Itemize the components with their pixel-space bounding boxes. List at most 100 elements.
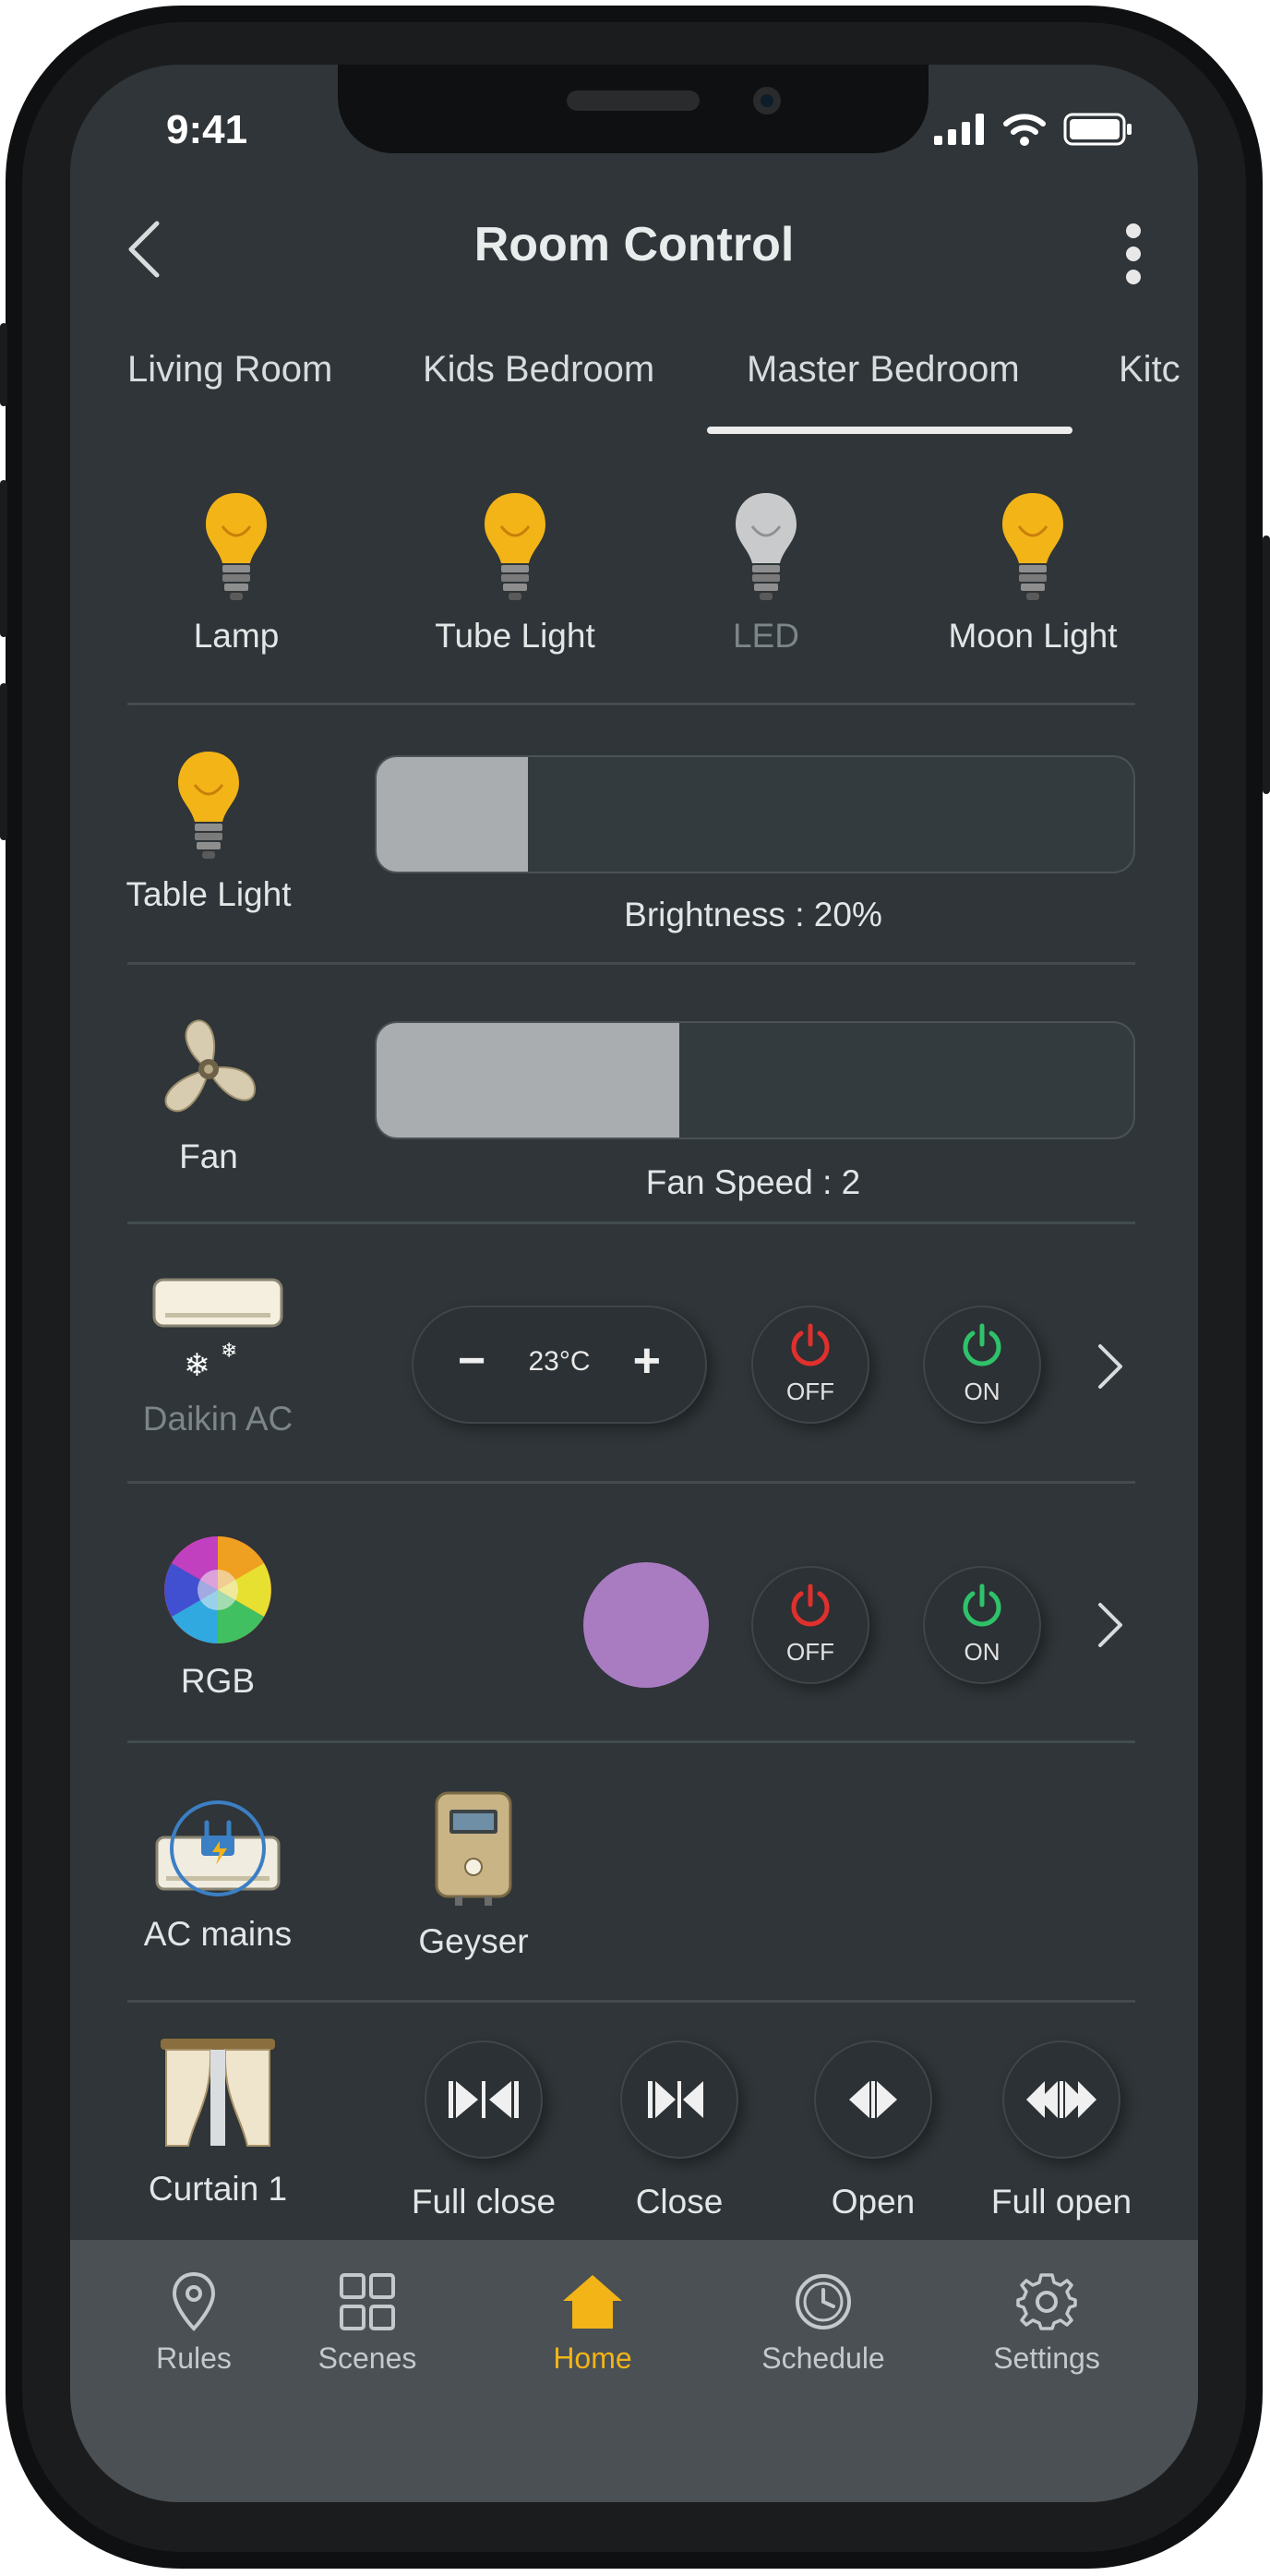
- nav-label: Rules: [156, 2341, 232, 2375]
- nav-label: Settings: [993, 2341, 1100, 2375]
- power-off-icon: [791, 1583, 830, 1627]
- nav-rules[interactable]: Rules: [102, 2271, 286, 2376]
- nav-settings[interactable]: Settings: [954, 2271, 1139, 2376]
- device-label: Tube Light: [435, 617, 595, 655]
- brightness-slider-fill: [377, 757, 528, 872]
- device-moon-light[interactable]: Moon Light: [922, 489, 1144, 656]
- fan-speed-slider[interactable]: [375, 1021, 1135, 1139]
- brightness-slider[interactable]: [375, 755, 1135, 873]
- power-button: [1263, 536, 1270, 794]
- divider: [127, 1740, 1135, 1743]
- gear-icon: [1016, 2273, 1077, 2330]
- curtain-full-close-button[interactable]: [425, 2040, 543, 2159]
- device-label: Lamp: [193, 617, 280, 655]
- bulb-on-icon: [178, 752, 239, 859]
- temperature-stepper: − 23°C +: [412, 1306, 707, 1424]
- svg-text:❄: ❄: [221, 1340, 237, 1363]
- device-label: Moon Light: [948, 617, 1118, 655]
- device-table-light[interactable]: Table Light: [126, 748, 292, 914]
- location-pin-icon: [172, 2271, 216, 2331]
- nav-schedule[interactable]: Schedule: [731, 2271, 916, 2376]
- rgb-on-button[interactable]: ON: [923, 1566, 1041, 1684]
- status-icons: [934, 113, 1133, 146]
- speaker: [567, 90, 700, 111]
- ac-on-button[interactable]: ON: [923, 1306, 1041, 1424]
- curtain-open-button[interactable]: [814, 2040, 932, 2159]
- close-curtain-icon: [648, 2081, 703, 2118]
- divider: [127, 2000, 1135, 2003]
- front-camera: [753, 87, 781, 114]
- app-screen: 9:41 Room Control Living Room Kids Bedro…: [70, 65, 1198, 2502]
- curtain-icon: [161, 2039, 275, 2147]
- device-label: Curtain 1: [148, 2170, 288, 2208]
- tab-kitchen[interactable]: Kitc: [1119, 349, 1180, 391]
- curtain-full-close-label: Full close: [411, 2183, 557, 2221]
- fan-speed-caption: Fan Speed : 2: [645, 1163, 861, 1201]
- device-label: RGB: [180, 1662, 256, 1700]
- fan-speed-slider-fill: [377, 1023, 679, 1138]
- full-close-icon: [449, 2081, 519, 2118]
- curtain-close-label: Close: [635, 2183, 724, 2221]
- device-geyser[interactable]: Geyser: [381, 1789, 566, 1961]
- device-daikin-ac[interactable]: ❄ ❄ Daikin AC: [126, 1276, 310, 1438]
- off-label: OFF: [786, 1378, 834, 1405]
- device-fan[interactable]: Fan: [126, 1016, 292, 1176]
- power-on-icon: [963, 1323, 1001, 1366]
- increase-temperature-button[interactable]: +: [633, 1333, 661, 1389]
- fan-icon: [164, 1019, 257, 1113]
- nav-home[interactable]: Home: [500, 2271, 685, 2376]
- ac-off-button[interactable]: OFF: [751, 1306, 869, 1424]
- tab-living-room[interactable]: Living Room: [127, 349, 332, 391]
- brightness-caption: Brightness : 20%: [624, 896, 882, 933]
- bulb-on-icon: [206, 493, 267, 600]
- curtain-full-open-button[interactable]: [1002, 2040, 1120, 2159]
- device-led[interactable]: LED: [683, 489, 849, 656]
- device-label: Table Light: [126, 875, 292, 913]
- mute-switch: [0, 323, 7, 406]
- bulb-off-icon: [736, 493, 797, 600]
- notch: [338, 65, 929, 153]
- tab-master-bedroom[interactable]: Master Bedroom: [747, 349, 1020, 391]
- power-off-icon: [791, 1323, 830, 1366]
- nav-label: Scenes: [318, 2341, 417, 2375]
- color-wheel-icon: [164, 1536, 271, 1643]
- device-label: Geyser: [418, 1922, 529, 1960]
- active-tab-indicator: [707, 427, 1072, 434]
- page-title: Room Control: [473, 218, 795, 271]
- svg-text:❄: ❄: [184, 1347, 210, 1384]
- device-curtain-1[interactable]: Curtain 1: [126, 2035, 310, 2209]
- temperature-value: 23°C: [528, 1346, 591, 1377]
- signal-icon: [934, 114, 984, 145]
- rgb-details-chevron-icon[interactable]: [1096, 1601, 1124, 1649]
- nav-label: Schedule: [761, 2341, 885, 2375]
- device-tube-light[interactable]: Tube Light: [409, 489, 621, 656]
- room-tabs: Living Room Kids Bedroom Master Bedroom …: [70, 349, 1198, 417]
- geyser-icon: [435, 1791, 512, 1906]
- clock-icon: [796, 2274, 851, 2329]
- curtain-open-label: Open: [831, 2183, 916, 2221]
- device-label: Daikin AC: [142, 1400, 294, 1438]
- nav-label: Home: [553, 2341, 632, 2375]
- full-open-icon: [1026, 2081, 1096, 2118]
- air-conditioner-icon: ❄ ❄: [152, 1278, 283, 1384]
- divider: [127, 962, 1135, 965]
- bulb-on-icon: [485, 493, 545, 600]
- volume-up-button: [0, 480, 7, 637]
- ac-mains-icon: [155, 1800, 281, 1896]
- device-label: LED: [733, 617, 799, 655]
- device-ac-mains[interactable]: AC mains: [126, 1791, 310, 1954]
- ac-details-chevron-icon[interactable]: [1096, 1342, 1124, 1390]
- nav-scenes[interactable]: Scenes: [275, 2271, 460, 2376]
- device-rgb[interactable]: RGB: [126, 1533, 310, 1701]
- bulb-on-icon: [1002, 493, 1063, 600]
- home-icon: [563, 2275, 622, 2329]
- curtain-close-button[interactable]: [620, 2040, 738, 2159]
- rgb-color-swatch[interactable]: [583, 1562, 709, 1688]
- more-vertical-icon[interactable]: [1124, 223, 1143, 284]
- device-label: Fan: [179, 1138, 238, 1175]
- device-lamp[interactable]: Lamp: [153, 489, 319, 656]
- tab-kids-bedroom[interactable]: Kids Bedroom: [423, 349, 654, 391]
- divider: [127, 703, 1135, 705]
- volume-down-button: [0, 683, 7, 840]
- rgb-off-button[interactable]: OFF: [751, 1566, 869, 1684]
